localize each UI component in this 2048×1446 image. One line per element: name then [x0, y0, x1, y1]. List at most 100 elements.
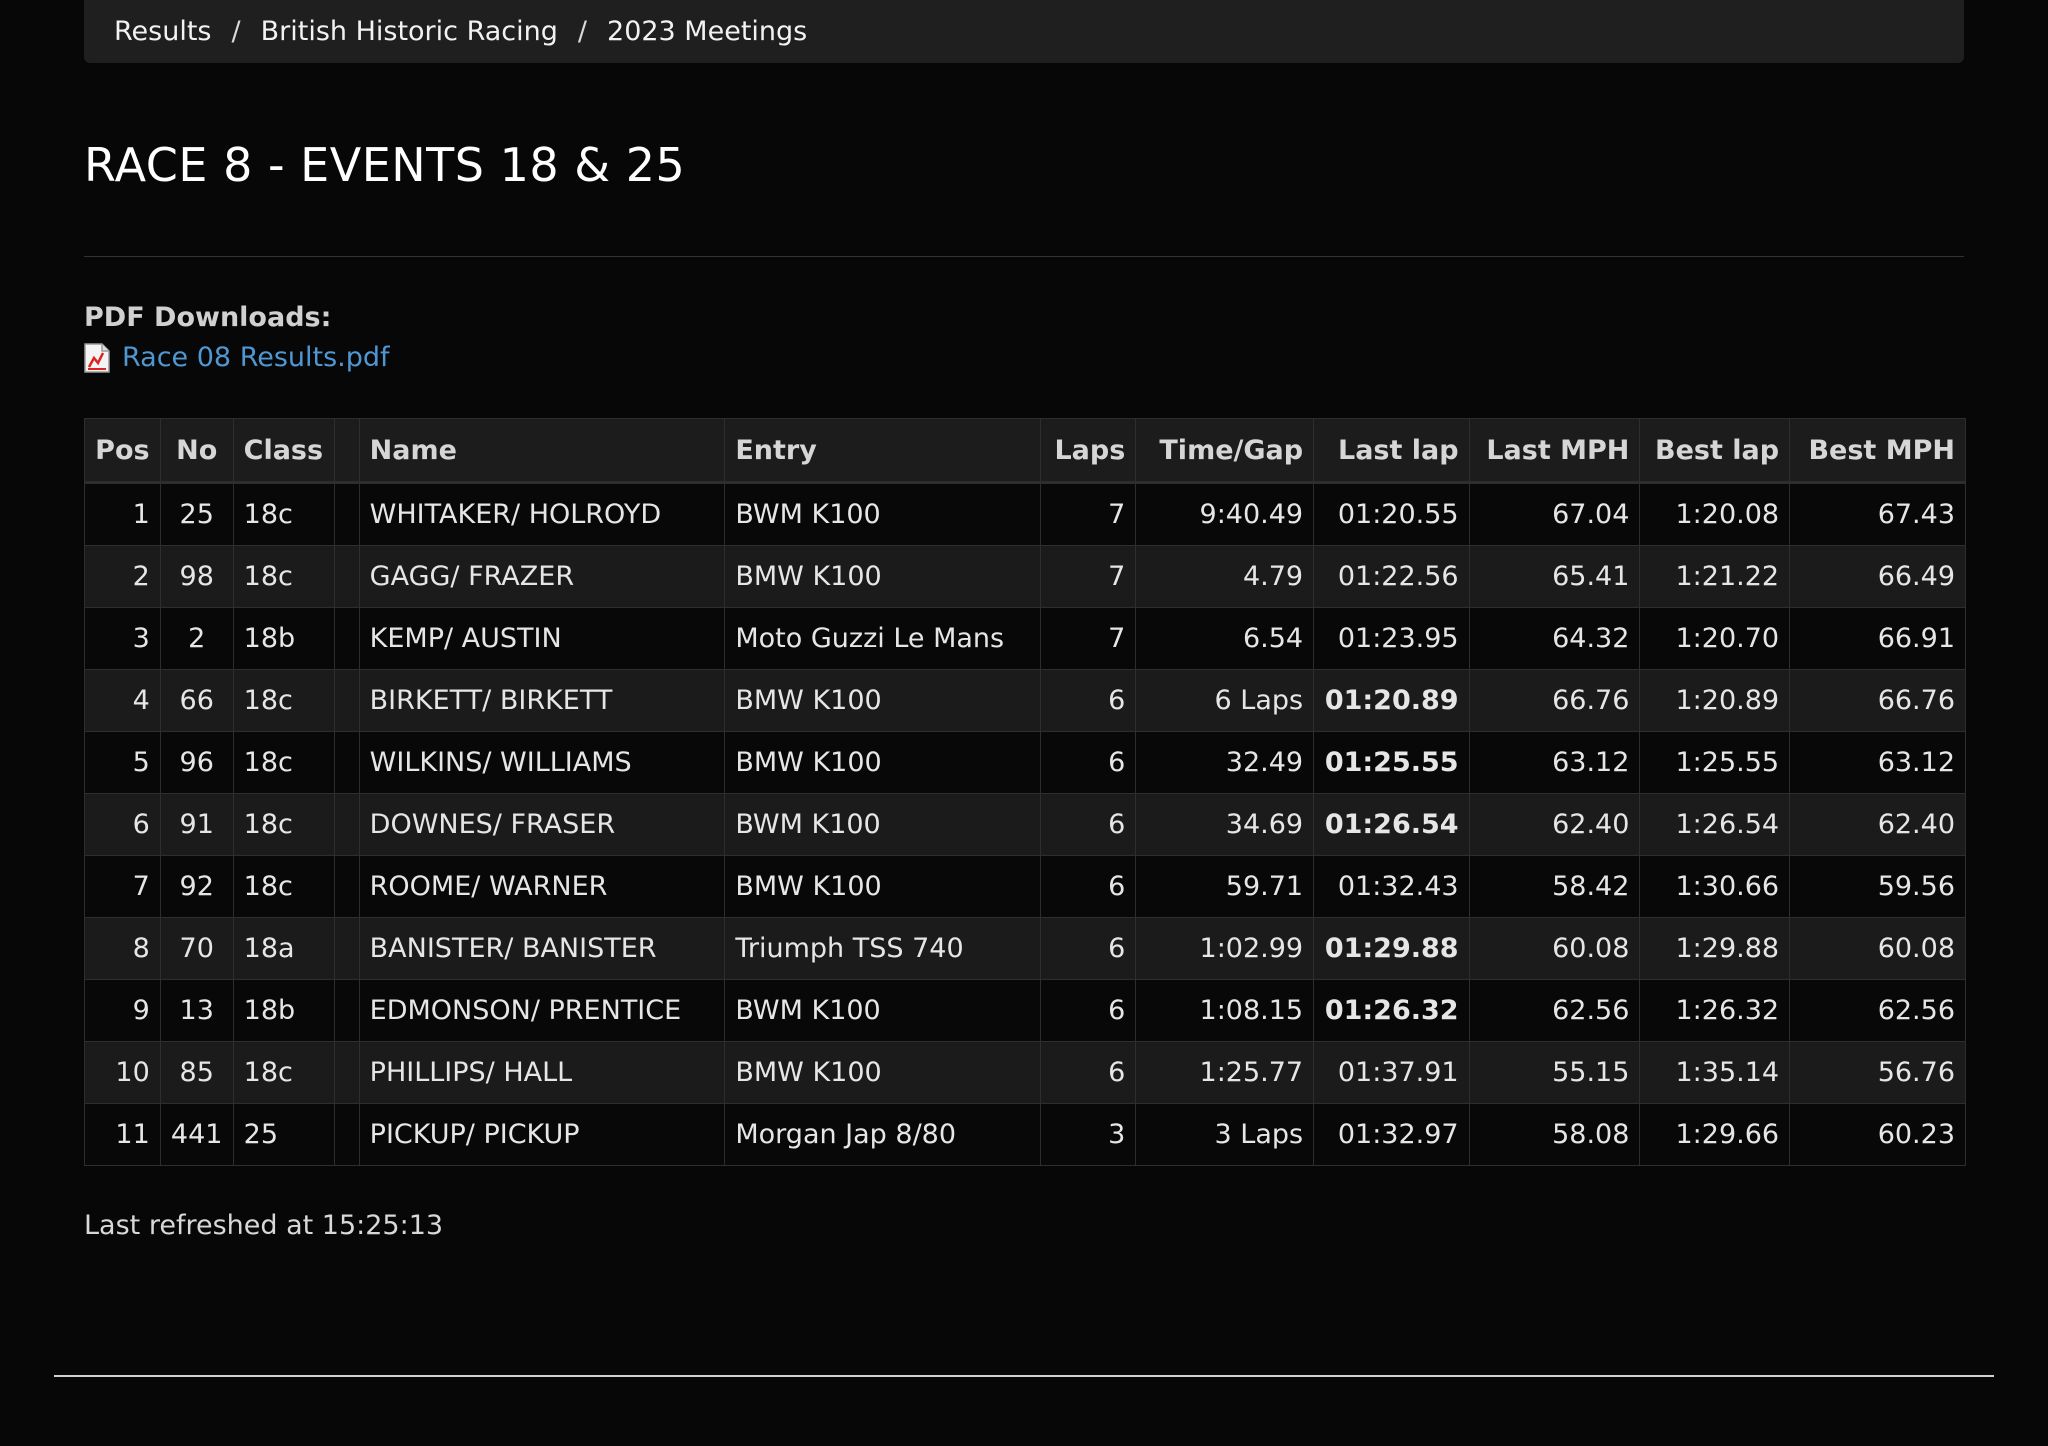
- cell-best-mph: 60.08: [1789, 917, 1966, 980]
- cell-blank: [333, 731, 360, 794]
- cell-time-gap: 34.69: [1135, 793, 1315, 856]
- breadcrumb-item-results[interactable]: Results: [114, 16, 212, 47]
- cell-class: 18c: [232, 731, 335, 794]
- cell-name: GAGG/ FRAZER: [358, 545, 726, 608]
- cell-time-gap: 6.54: [1135, 607, 1315, 670]
- cell-class: 18b: [232, 607, 335, 670]
- cell-name: KEMP/ AUSTIN: [358, 607, 726, 670]
- cell-last-lap: 01:29.88: [1313, 917, 1470, 980]
- cell-best-lap: 1:35.14: [1639, 1041, 1791, 1104]
- cell-time-gap: 1:02.99: [1135, 917, 1315, 980]
- cell-time-gap: 1:08.15: [1135, 979, 1315, 1042]
- cell-last-mph: 64.32: [1468, 607, 1641, 670]
- cell-name: PICKUP/ PICKUP: [358, 1103, 726, 1166]
- cell-best-lap: 1:20.89: [1639, 669, 1791, 732]
- cell-pos: 5: [84, 731, 161, 794]
- pdf-file-icon: [84, 342, 110, 373]
- page-container: Results / British Historic Racing / 2023…: [84, 0, 1966, 1241]
- cell-last-mph: 58.42: [1468, 855, 1641, 918]
- cell-class: 25: [232, 1103, 335, 1166]
- breadcrumb-item-2023-meetings[interactable]: 2023 Meetings: [607, 16, 807, 47]
- header-last-lap: Last lap: [1313, 418, 1470, 484]
- cell-entry: BMW K100: [724, 545, 1041, 608]
- cell-best-lap: 1:29.88: [1639, 917, 1791, 980]
- cell-time-gap: 59.71: [1135, 855, 1315, 918]
- page-title: RACE 8 - EVENTS 18 & 25: [84, 138, 686, 192]
- cell-name: BANISTER/ BANISTER: [358, 917, 726, 980]
- header-best-lap: Best lap: [1639, 418, 1791, 484]
- cell-name: EDMONSON/ PRENTICE: [358, 979, 726, 1042]
- cell-laps: 6: [1039, 669, 1137, 732]
- cell-time-gap: 32.49: [1135, 731, 1315, 794]
- cell-class: 18c: [232, 1041, 335, 1104]
- cell-blank: [333, 545, 360, 608]
- cell-best-lap: 1:25.55: [1639, 731, 1791, 794]
- table-row: 9 13 18b EDMONSON/ PRENTICE BWM K100 6 1:08.15…: [84, 979, 1966, 1042]
- cell-blank: [333, 1103, 360, 1166]
- table-row: 3 2 18b KEMP/ AUSTIN Moto Guzzi Le Mans 7 6.54…: [84, 607, 1966, 670]
- results-table: Pos No Class Name Entry Laps Time/Gap La…: [84, 418, 1966, 1166]
- cell-laps: 7: [1039, 607, 1137, 670]
- cell-entry: Morgan Jap 8/80: [724, 1103, 1041, 1166]
- cell-time-gap: 4.79: [1135, 545, 1315, 608]
- header-blank: [333, 418, 360, 484]
- cell-best-mph: 60.23: [1789, 1103, 1966, 1166]
- cell-pos: 8: [84, 917, 161, 980]
- cell-no: 92: [159, 855, 234, 918]
- pdf-downloads-label: PDF Downloads:: [84, 302, 332, 333]
- breadcrumb-separator: /: [231, 16, 241, 47]
- cell-best-mph: 59.56: [1789, 855, 1966, 918]
- cell-laps: 7: [1039, 545, 1137, 608]
- cell-pos: 6: [84, 793, 161, 856]
- cell-best-lap: 1:21.22: [1639, 545, 1791, 608]
- cell-entry: BMW K100: [724, 731, 1041, 794]
- cell-blank: [333, 793, 360, 856]
- cell-blank: [333, 607, 360, 670]
- cell-blank: [333, 917, 360, 980]
- cell-entry: BWM K100: [724, 793, 1041, 856]
- cell-last-mph: 62.56: [1468, 979, 1641, 1042]
- cell-last-mph: 55.15: [1468, 1041, 1641, 1104]
- header-last-mph: Last MPH: [1468, 418, 1641, 484]
- cell-last-lap: 01:32.43: [1313, 855, 1470, 918]
- cell-pos: 1: [84, 482, 161, 546]
- cell-best-lap: 1:26.54: [1639, 793, 1791, 856]
- table-header-row: Pos No Class Name Entry Laps Time/Gap La…: [84, 418, 1966, 484]
- cell-laps: 6: [1039, 793, 1137, 856]
- cell-class: 18c: [232, 482, 335, 546]
- header-entry: Entry: [724, 418, 1041, 484]
- cell-blank: [333, 855, 360, 918]
- cell-class: 18c: [232, 855, 335, 918]
- cell-best-lap: 1:30.66: [1639, 855, 1791, 918]
- cell-no: 441: [159, 1103, 234, 1166]
- cell-pos: 3: [84, 607, 161, 670]
- cell-best-mph: 63.12: [1789, 731, 1966, 794]
- cell-time-gap: 9:40.49: [1135, 482, 1315, 546]
- cell-last-lap: 01:32.97: [1313, 1103, 1470, 1166]
- cell-name: BIRKETT/ BIRKETT: [358, 669, 726, 732]
- cell-last-lap: 01:20.55: [1313, 482, 1470, 546]
- breadcrumb: Results / British Historic Racing / 2023…: [84, 0, 1964, 63]
- cell-best-mph: 62.40: [1789, 793, 1966, 856]
- breadcrumb-item-british-historic-racing[interactable]: British Historic Racing: [261, 16, 558, 47]
- header-pos: Pos: [84, 418, 161, 484]
- header-name: Name: [358, 418, 726, 484]
- cell-pos: 7: [84, 855, 161, 918]
- cell-last-lap: 01:26.54: [1313, 793, 1470, 856]
- cell-last-lap: 01:22.56: [1313, 545, 1470, 608]
- cell-last-mph: 60.08: [1468, 917, 1641, 980]
- table-row: 7 92 18c ROOME/ WARNER BMW K100 6 59.71 01:32.4…: [84, 855, 1966, 918]
- cell-time-gap: 1:25.77: [1135, 1041, 1315, 1104]
- cell-best-mph: 67.43: [1789, 482, 1966, 546]
- cell-entry: BMW K100: [724, 669, 1041, 732]
- table-row: 10 85 18c PHILLIPS/ HALL BMW K100 6 1:25.77 01:…: [84, 1041, 1966, 1104]
- cell-pos: 4: [84, 669, 161, 732]
- results-table-body: 1 25 18c WHITAKER/ HOLROYD BWM K100 7 9:40.49 0…: [84, 482, 1966, 1166]
- cell-class: 18c: [232, 545, 335, 608]
- header-class: Class: [232, 418, 335, 484]
- cell-laps: 7: [1039, 482, 1137, 546]
- cell-no: 85: [159, 1041, 234, 1104]
- table-row: 1 25 18c WHITAKER/ HOLROYD BWM K100 7 9:40.49 0…: [84, 482, 1966, 546]
- cell-name: DOWNES/ FRASER: [358, 793, 726, 856]
- pdf-download-link[interactable]: Race 08 Results.pdf: [84, 342, 390, 373]
